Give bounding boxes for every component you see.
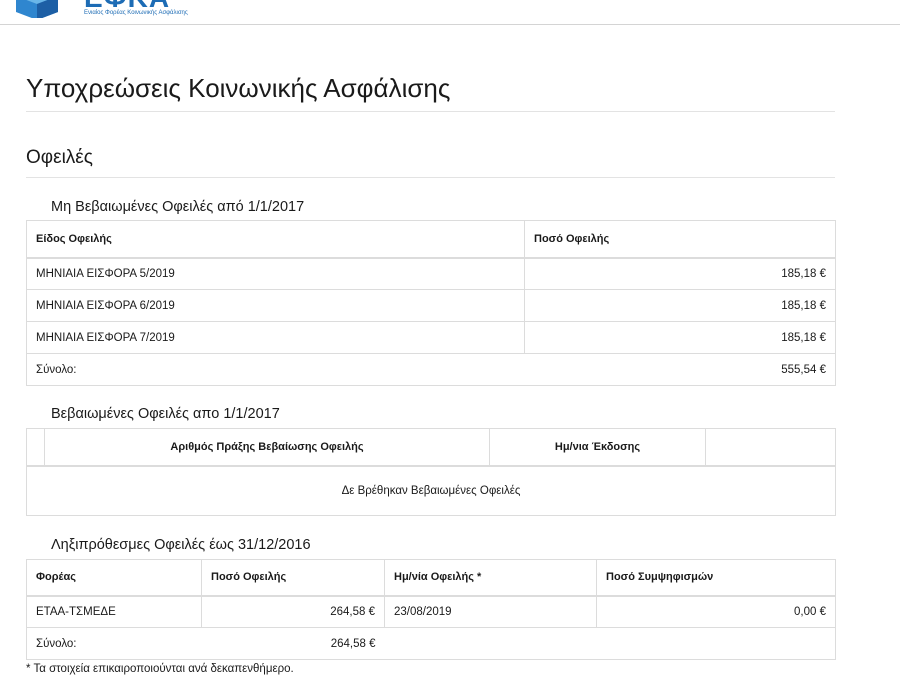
confirmed-debts-title: Βεβαιωμένες Οφειλές απο 1/1/2017 — [51, 406, 280, 422]
debt-type-cell: ΜΗΝΙΑΙΑ ΕΙΣΦΟΡΑ 5/2019 — [26, 257, 525, 290]
logo-hexagon-icon — [16, 0, 58, 18]
table-header-row: Αριθμός Πράξης Βεβαίωσης Οφειλής Ημ/νια … — [26, 428, 836, 467]
debt-amount-cell: 185,18 € — [524, 289, 836, 322]
column-header: Ημ/νία Οφειλής * — [384, 559, 597, 597]
footnote: * Τα στοιχεία επικαιροποιούνται ανά δεκα… — [26, 663, 294, 675]
total-row: Σύνολο: 264,58 € — [26, 627, 836, 660]
column-header: Φορέας — [26, 559, 202, 597]
total-label: Σύνολο: — [26, 353, 525, 386]
header-bar: ΕΦΚΑ Ενιαίος Φορέας Κοινωνικής Ασφάλισης — [0, 0, 900, 25]
total-value: 555,54 € — [524, 353, 836, 386]
section-divider — [26, 177, 835, 178]
agency-cell: ΕΤΑΑ-ΤΣΜΕΔΕ — [26, 595, 202, 628]
date-cell: 23/08/2019 — [384, 595, 597, 628]
overdue-debts-table: Φορέας Ποσό Οφειλής Ημ/νία Οφειλής * Ποσ… — [26, 559, 836, 660]
column-header: Ποσό Οφειλής — [524, 220, 836, 259]
table-header-row: Φορέας Ποσό Οφειλής Ημ/νία Οφειλής * Ποσ… — [26, 559, 836, 597]
efka-logo[interactable]: ΕΦΚΑ Ενιαίος Φορέας Κοινωνικής Ασφάλισης — [16, 0, 188, 24]
debt-amount-cell: 185,18 € — [524, 321, 836, 354]
table-row: ΜΗΝΙΑΙΑ ΕΙΣΦΟΡΑ 6/2019 185,18 € — [26, 289, 836, 322]
title-divider — [26, 111, 835, 112]
empty-column-header — [705, 428, 836, 467]
section-title: Οφειλές — [26, 147, 93, 168]
table-row: ΕΤΑΑ-ΤΣΜΕΔΕ 264,58 € 23/08/2019 0,00 € — [26, 595, 836, 628]
total-value: 264,58 € — [201, 627, 385, 660]
amount-cell: 264,58 € — [201, 595, 385, 628]
column-header: Αριθμός Πράξης Βεβαίωσης Οφειλής — [44, 428, 490, 467]
total-row: Σύνολο: 555,54 € — [26, 353, 836, 386]
debt-amount-cell: 185,18 € — [524, 257, 836, 290]
empty-row: Δε Βρέθηκαν Βεβαιωμένες Οφειλές — [26, 465, 836, 516]
table-row: ΜΗΝΙΑΙΑ ΕΙΣΦΟΡΑ 5/2019 185,18 € — [26, 257, 836, 290]
table-header-row: Είδος Οφειλής Ποσό Οφειλής — [26, 220, 836, 259]
column-header: Ποσό Οφειλής — [201, 559, 385, 597]
expand-column-header — [26, 428, 45, 467]
column-header: Είδος Οφειλής — [26, 220, 525, 259]
debt-type-cell: ΜΗΝΙΑΙΑ ΕΙΣΦΟΡΑ 6/2019 — [26, 289, 525, 322]
empty-cell — [384, 627, 836, 660]
debt-type-cell: ΜΗΝΙΑΙΑ ΕΙΣΦΟΡΑ 7/2019 — [26, 321, 525, 354]
unconfirmed-debts-title: Μη Βεβαιωμένες Οφειλές από 1/1/2017 — [51, 199, 305, 215]
confirmed-debts-table: Αριθμός Πράξης Βεβαίωσης Οφειλής Ημ/νια … — [26, 428, 836, 516]
total-label: Σύνολο: — [26, 627, 202, 660]
column-header: Ημ/νια Έκδοσης — [489, 428, 706, 467]
unconfirmed-debts-table: Είδος Οφειλής Ποσό Οφειλής ΜΗΝΙΑΙΑ ΕΙΣΦΟ… — [26, 220, 836, 386]
offset-cell: 0,00 € — [596, 595, 836, 628]
empty-message: Δε Βρέθηκαν Βεβαιωμένες Οφειλές — [26, 465, 836, 516]
logo-subtitle: Ενιαίος Φορέας Κοινωνικής Ασφάλισης — [84, 10, 188, 16]
table-row: ΜΗΝΙΑΙΑ ΕΙΣΦΟΡΑ 7/2019 185,18 € — [26, 321, 836, 354]
overdue-debts-title: Ληξιπρόθεσμες Οφειλές έως 31/12/2016 — [51, 537, 311, 553]
column-header: Ποσό Συμψηφισμών — [596, 559, 836, 597]
page-title: Υποχρεώσεις Κοινωνικής Ασφάλισης — [26, 73, 451, 103]
